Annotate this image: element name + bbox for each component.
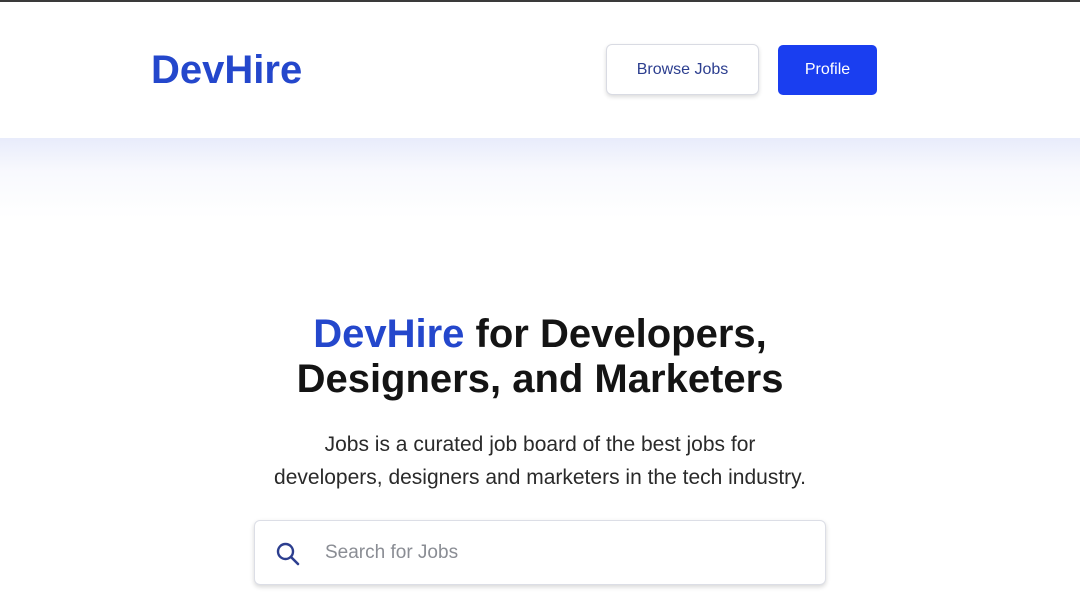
profile-button[interactable]: Profile <box>778 45 877 95</box>
header-shadow <box>0 138 1080 218</box>
page: DevHire Browse Jobs Profile DevHire for … <box>0 0 1080 608</box>
search-box[interactable] <box>254 520 826 585</box>
logo[interactable]: DevHire <box>151 46 302 94</box>
search-icon <box>276 542 300 566</box>
search-input[interactable] <box>325 535 805 571</box>
hero-subtitle-line2: developers, designers and marketers in t… <box>274 466 806 489</box>
hero-title-brand: DevHire <box>313 312 465 356</box>
browse-jobs-button[interactable]: Browse Jobs <box>606 44 759 95</box>
hero-subtitle-line1: Jobs is a curated job board of the best … <box>324 433 756 456</box>
site-header: DevHire Browse Jobs Profile <box>0 2 1080 138</box>
hero-title-line2: Designers, and Marketers <box>296 357 784 401</box>
hero-title: DevHire for Developers, Designers, and Ma… <box>140 312 940 402</box>
hero-subtitle: Jobs is a curated job board of the best … <box>190 428 890 494</box>
hero-title-line1: for Developers, <box>464 312 767 356</box>
